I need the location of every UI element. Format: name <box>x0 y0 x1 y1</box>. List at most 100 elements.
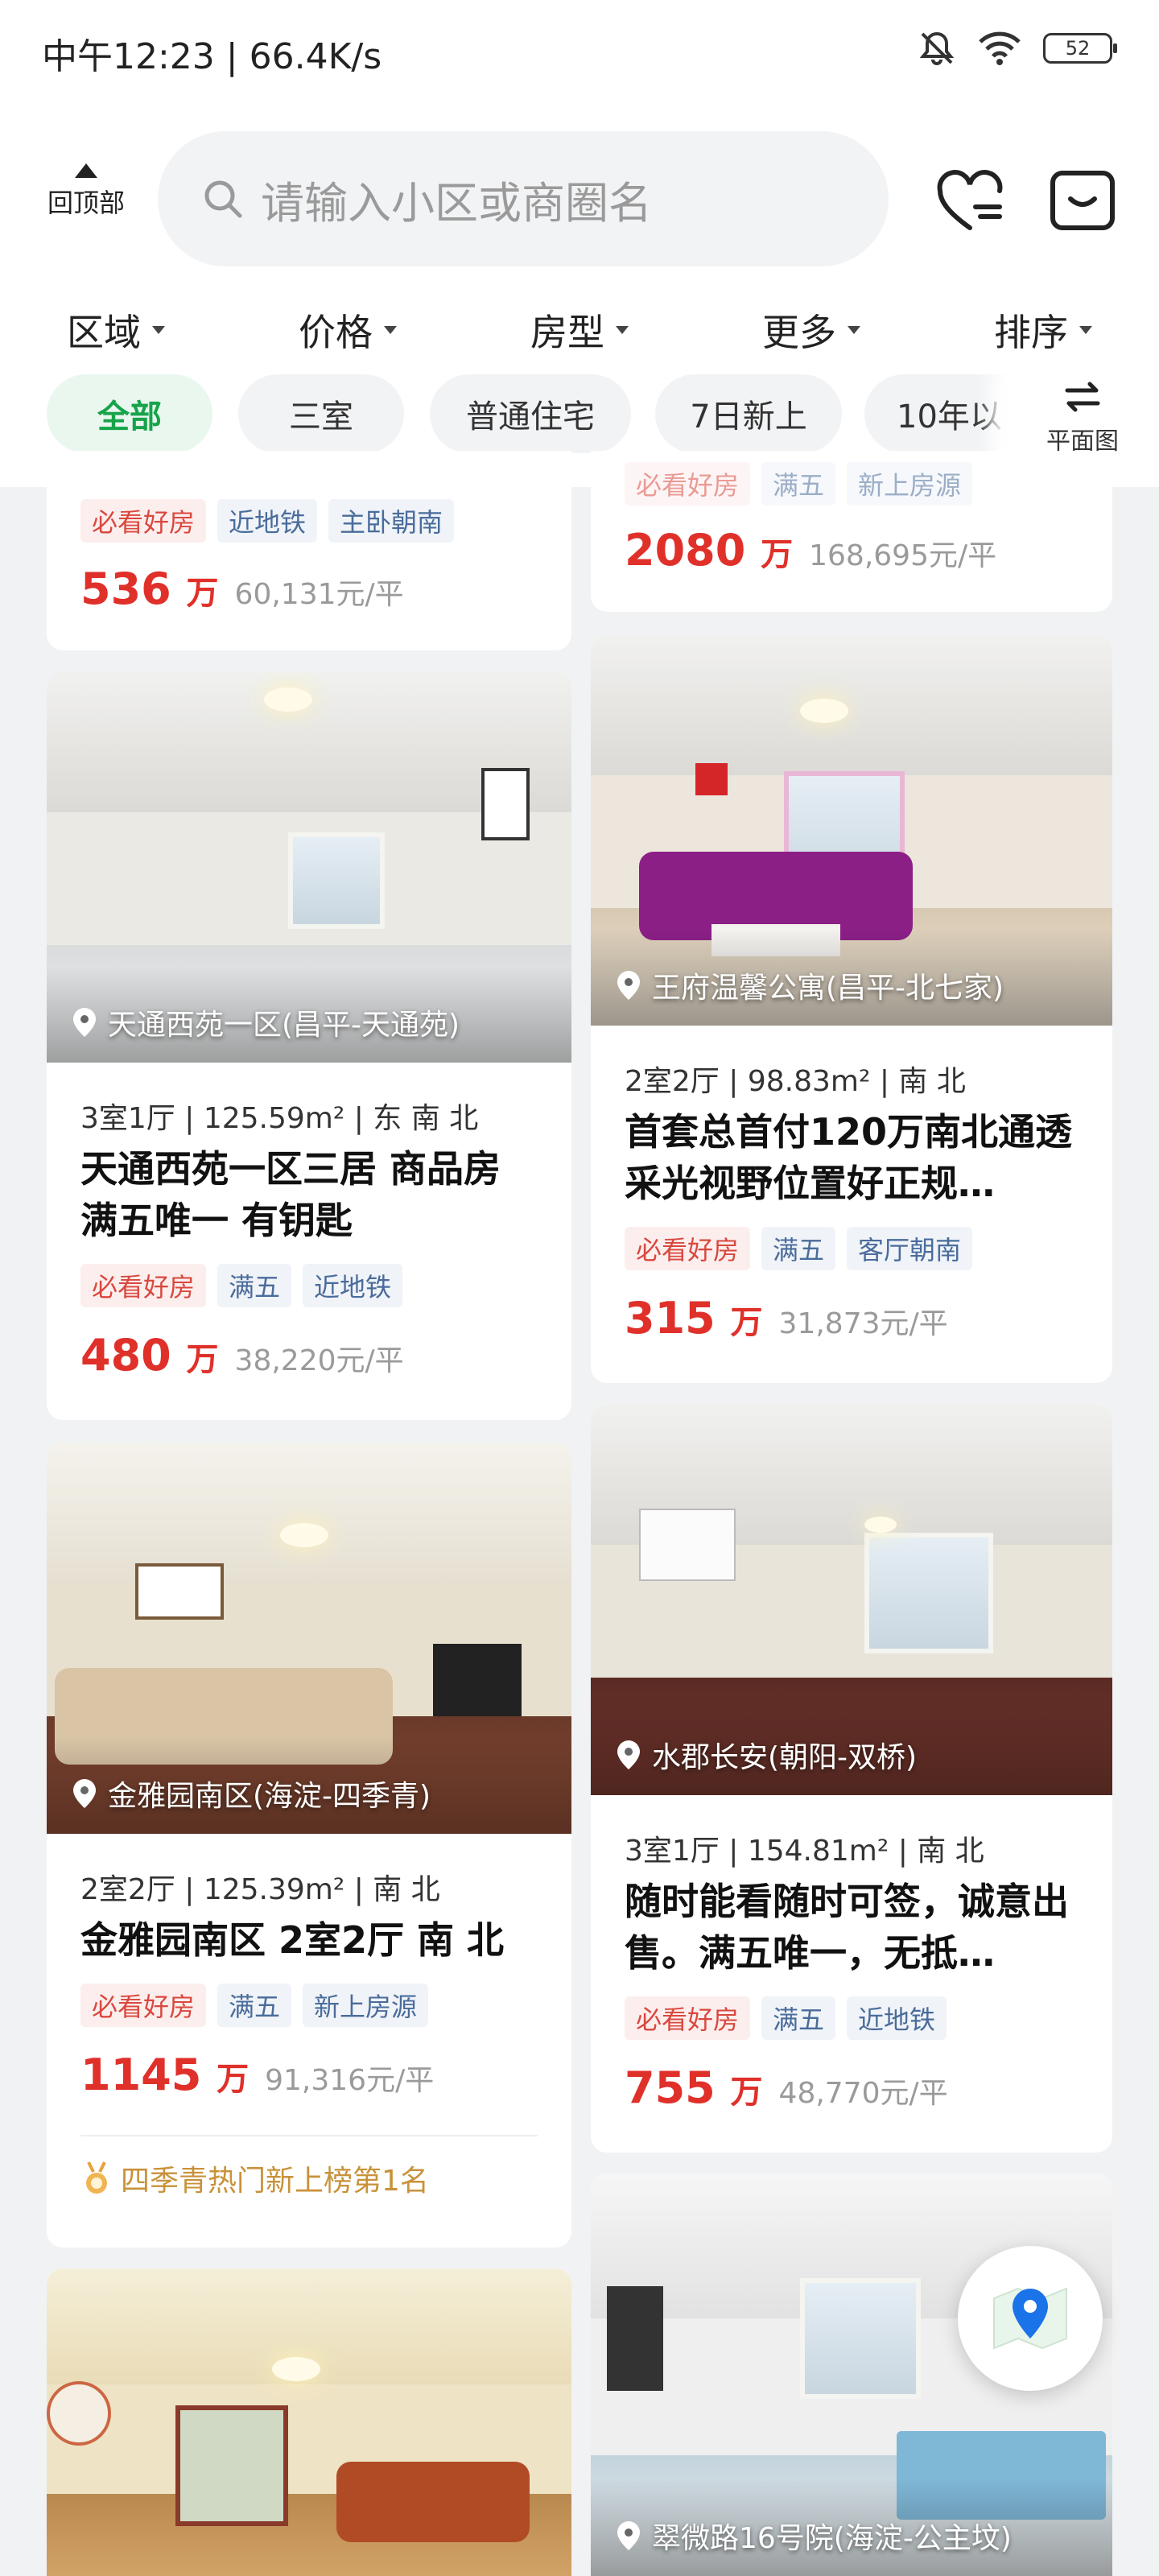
price-unit: 万 <box>730 2074 763 2111</box>
filter-price[interactable]: 价格 <box>232 294 464 366</box>
location-label: 水郡长安(朝阳-双桥) <box>615 1734 917 1776</box>
status-icons: 52 <box>918 29 1117 68</box>
wifi-icon <box>979 31 1021 65</box>
tag: 必看好房 <box>625 462 751 506</box>
price-value: 1145 <box>80 2050 202 2100</box>
listing-card[interactable]: 天通西苑一区(昌平-天通苑) 3室1厅 | 125.59m² | 东 南 北 天… <box>47 671 571 1420</box>
tag: 必看好房 <box>625 1996 751 2040</box>
location-pin-icon <box>617 971 640 1000</box>
listing-photo: 水郡长安(朝阳-双桥) <box>591 1404 1112 1795</box>
back-to-top-label: 回顶部 <box>47 188 125 218</box>
tag: 新上房源 <box>303 1984 429 2027</box>
total-price: 480 万 <box>80 1330 219 1381</box>
swap-icon <box>1065 382 1100 412</box>
back-to-top-button[interactable]: 回顶部 <box>42 163 130 220</box>
location-text: 水郡长安(朝阳-双桥) <box>652 1741 918 1774</box>
location-text: 翠微路16号院(海淀-公主坟) <box>652 2522 1012 2555</box>
listing-meta: 3室1厅 | 125.59m² | 东 南 北 <box>80 1102 479 1135</box>
search-placeholder: 请输入小区或商圈名 <box>261 177 652 229</box>
location-label: 金雅园南区(海淀-四季青) <box>71 1773 431 1814</box>
battery-level: 52 <box>1065 37 1091 60</box>
total-price: 755 万 <box>625 2062 763 2113</box>
rank-banner[interactable]: 四季青热门新上榜第1名 <box>80 2135 538 2199</box>
listing-card[interactable]: 必看好房 近地铁 主卧朝南 536 万 60,131元/平 <box>47 451 571 650</box>
rank-text: 四季青热门新上榜第1名 <box>121 2165 429 2198</box>
tag-list: 必看好房 满五 新上房源 <box>625 462 973 506</box>
tag: 近地铁 <box>217 499 318 543</box>
chip-ordinary-residence[interactable]: 普通住宅 <box>430 374 631 453</box>
medal-icon <box>86 2161 107 2194</box>
filter-layout[interactable]: 房型 <box>464 294 695 366</box>
listing-meta: 2室2厅 | 98.83m² | 南 北 <box>625 1065 966 1098</box>
price-row: 536 万 60,131元/平 <box>80 564 404 614</box>
tag-list: 必看好房 满五 近地铁 <box>80 1264 403 1307</box>
chip-three-rooms[interactable]: 三室 <box>238 374 404 453</box>
status-time: 中午12:23 | 66.4K/s <box>42 36 382 77</box>
up-arrow-icon <box>75 163 97 178</box>
map-view-button[interactable] <box>958 2246 1103 2391</box>
listing-card[interactable]: 水郡长安(朝阳-双桥) 3室1厅 | 154.81m² | 南 北 随时能看随时… <box>591 1404 1112 2153</box>
listing-title: 首套总首付120万南北通透采光视野位置好正规… <box>625 1110 1073 1205</box>
location-text: 王府温馨公寓(昌平-北七家) <box>652 972 1004 1005</box>
listing-card[interactable]: 金雅园南区(海淀-四季青) 2室2厅 | 125.39m² | 南 北 金雅园南… <box>47 1443 571 2248</box>
message-icon[interactable] <box>1046 167 1119 239</box>
tag-list: 必看好房 近地铁 主卧朝南 <box>80 499 455 543</box>
price-row: 2080 万 168,695元/平 <box>625 525 996 576</box>
listing-card[interactable]: 王府温馨公寓(昌平-北七家) 2室2厅 | 98.83m² | 南 北 首套总首… <box>591 634 1112 1383</box>
price-row: 480 万 38,220元/平 <box>80 1330 404 1381</box>
filter-sort[interactable]: 排序 <box>927 294 1159 366</box>
chevron-down-icon <box>152 326 165 334</box>
tag-list: 必看好房 满五 近地铁 <box>625 1996 947 2040</box>
price-unit: 万 <box>730 1304 763 1341</box>
chevron-down-icon <box>616 326 629 334</box>
total-price: 315 万 <box>625 1293 763 1344</box>
chevron-down-icon <box>1079 326 1092 334</box>
rank-banner-wrap: 四季青热门新上榜第1名 <box>47 2135 571 2231</box>
price-value: 536 <box>80 564 171 614</box>
price-row: 315 万 31,873元/平 <box>625 1293 948 1344</box>
listing-meta: 2室2厅 | 125.39m² | 南 北 <box>80 1873 440 1906</box>
tag: 近地铁 <box>847 1996 947 2040</box>
listing-photo: 金雅园南区(海淀-四季青) <box>47 1443 571 1834</box>
filter-more[interactable]: 更多 <box>695 294 927 366</box>
chip-new-7-days[interactable]: 7日新上 <box>655 374 842 453</box>
total-price: 2080 万 <box>625 525 793 576</box>
price-row: 755 万 48,770元/平 <box>625 2062 948 2113</box>
listing-photo: 天通西苑一区(昌平-天通苑) <box>47 671 571 1063</box>
price-unit: 万 <box>186 575 219 612</box>
unit-price: 168,695元/平 <box>809 539 997 572</box>
listing-title: 随时能看随时可签，诚意出售。满五唯一，无抵… <box>625 1880 1069 1975</box>
filter-bar: 区域 价格 房型 更多 排序 <box>0 294 1159 366</box>
tag: 满五 <box>761 1996 836 2040</box>
listing-meta: 3室1厅 | 154.81m² | 南 北 <box>625 1835 984 1868</box>
tag: 必看好房 <box>80 499 207 543</box>
price-value: 480 <box>80 1330 171 1381</box>
unit-price: 91,316元/平 <box>265 2064 435 2097</box>
listing-photo: 王府温馨公寓(昌平-北七家) <box>591 634 1112 1026</box>
location-pin-icon <box>617 1740 640 1769</box>
filter-price-label: 价格 <box>299 311 373 354</box>
total-price: 1145 万 <box>80 2050 249 2100</box>
location-pin-icon <box>617 2521 640 2550</box>
listing-card[interactable]: 必看好房 满五 新上房源 2080 万 168,695元/平 <box>591 451 1112 612</box>
chevron-down-icon <box>848 326 860 334</box>
listing-card[interactable] <box>47 2268 571 2576</box>
unit-price: 31,873元/平 <box>778 1307 948 1340</box>
tag: 满五 <box>217 1264 292 1307</box>
tag-list: 必看好房 满五 新上房源 <box>80 1984 429 2027</box>
price-value: 315 <box>625 1293 716 1344</box>
tag-list: 必看好房 满五 客厅朝南 <box>625 1227 973 1270</box>
location-text: 金雅园南区(海淀-四季青) <box>108 1780 431 1813</box>
tag: 必看好房 <box>80 1984 207 2027</box>
chip-all[interactable]: 全部 <box>47 374 212 453</box>
favorites-heart-icon[interactable] <box>934 167 1006 239</box>
tag: 近地铁 <box>303 1264 403 1307</box>
chevron-down-icon <box>384 326 397 334</box>
battery-icon: 52 <box>1043 33 1117 64</box>
tag: 满五 <box>217 1984 292 2027</box>
tag: 满五 <box>761 462 836 506</box>
tag: 必看好房 <box>625 1227 751 1270</box>
price-unit: 万 <box>761 536 794 573</box>
filter-region[interactable]: 区域 <box>0 294 232 366</box>
search-input[interactable]: 请输入小区或商圈名 <box>158 131 889 266</box>
